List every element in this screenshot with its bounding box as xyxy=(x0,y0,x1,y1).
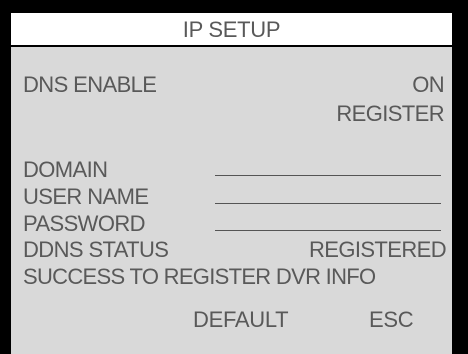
ddns-status-value: REGISTERED xyxy=(308,237,447,262)
esc-button[interactable]: ESC xyxy=(369,308,414,332)
default-button[interactable]: DEFAULT xyxy=(193,308,289,332)
password-label: PASSWORD xyxy=(23,211,146,236)
domain-field[interactable] xyxy=(215,175,441,176)
username-label: USER NAME xyxy=(23,184,149,209)
domain-label: DOMAIN xyxy=(23,157,108,182)
dialog-title: IP SETUP xyxy=(11,13,452,47)
ip-setup-dialog: IP SETUP DNS ENABLE ON REGISTER DOMAIN U… xyxy=(7,9,456,354)
dns-enable-value[interactable]: ON xyxy=(412,73,444,97)
username-field[interactable] xyxy=(215,203,441,204)
ddns-status-label: DDNS STATUS xyxy=(23,237,169,262)
status-message: SUCCESS TO REGISTER DVR INFO xyxy=(23,264,376,289)
password-field[interactable] xyxy=(215,230,441,231)
register-button[interactable]: REGISTER xyxy=(336,102,444,126)
dns-enable-label: DNS ENABLE xyxy=(23,72,157,97)
